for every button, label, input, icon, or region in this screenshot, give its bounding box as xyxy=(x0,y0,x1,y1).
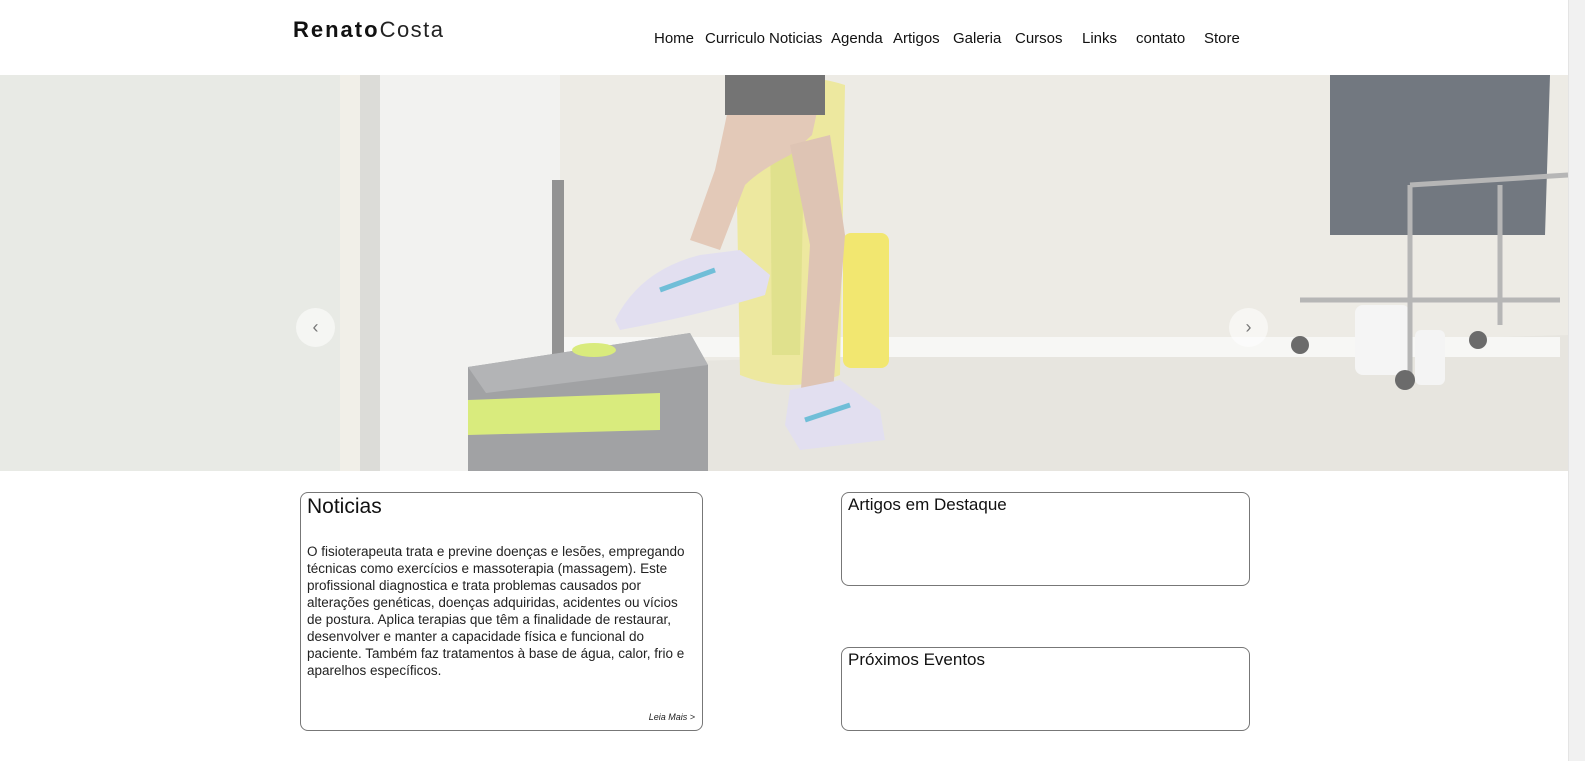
news-body: O fisioterapeuta trata e previne doenças… xyxy=(307,544,685,678)
news-panel: Noticias O fisioterapeuta trata e previn… xyxy=(300,492,703,731)
chevron-right-icon: › xyxy=(1245,317,1252,337)
upcoming-events-title: Próximos Eventos xyxy=(848,650,985,669)
news-title: Noticias xyxy=(307,495,382,518)
nav-agenda[interactable]: Agenda xyxy=(831,30,883,47)
nav-contato[interactable]: contato xyxy=(1136,30,1185,47)
nav-cursos[interactable]: Cursos xyxy=(1015,30,1063,47)
page-scrollbar[interactable] xyxy=(1568,0,1585,761)
chevron-left-icon: ‹ xyxy=(312,317,319,337)
nav-home[interactable]: Home xyxy=(654,30,694,47)
nav-links[interactable]: Links xyxy=(1082,30,1117,47)
nav-store[interactable]: Store xyxy=(1204,30,1240,47)
nav-artigos[interactable]: Artigos xyxy=(893,30,940,47)
featured-articles-panel: Artigos em Destaque xyxy=(841,492,1250,586)
site-logo[interactable]: RenatoCosta xyxy=(293,17,445,43)
logo-light-text: Costa xyxy=(379,17,445,42)
slider-prev-button[interactable]: ‹ xyxy=(296,308,335,347)
site-header: RenatoCosta Home Curriculo Noticias Agen… xyxy=(0,0,1568,75)
upcoming-events-panel: Próximos Eventos xyxy=(841,647,1250,731)
hero-slider: ‹ › xyxy=(0,75,1568,471)
logo-bold-text: Renato xyxy=(293,17,380,42)
nav-noticias[interactable]: Noticias xyxy=(769,30,822,47)
slider-next-button[interactable]: › xyxy=(1229,308,1268,347)
read-more-link[interactable]: Leia Mais > xyxy=(649,712,695,722)
nav-curriculo[interactable]: Curriculo xyxy=(705,30,765,47)
featured-articles-title: Artigos em Destaque xyxy=(848,495,1007,514)
nav-galeria[interactable]: Galeria xyxy=(953,30,1001,47)
hero-image xyxy=(0,75,1568,471)
